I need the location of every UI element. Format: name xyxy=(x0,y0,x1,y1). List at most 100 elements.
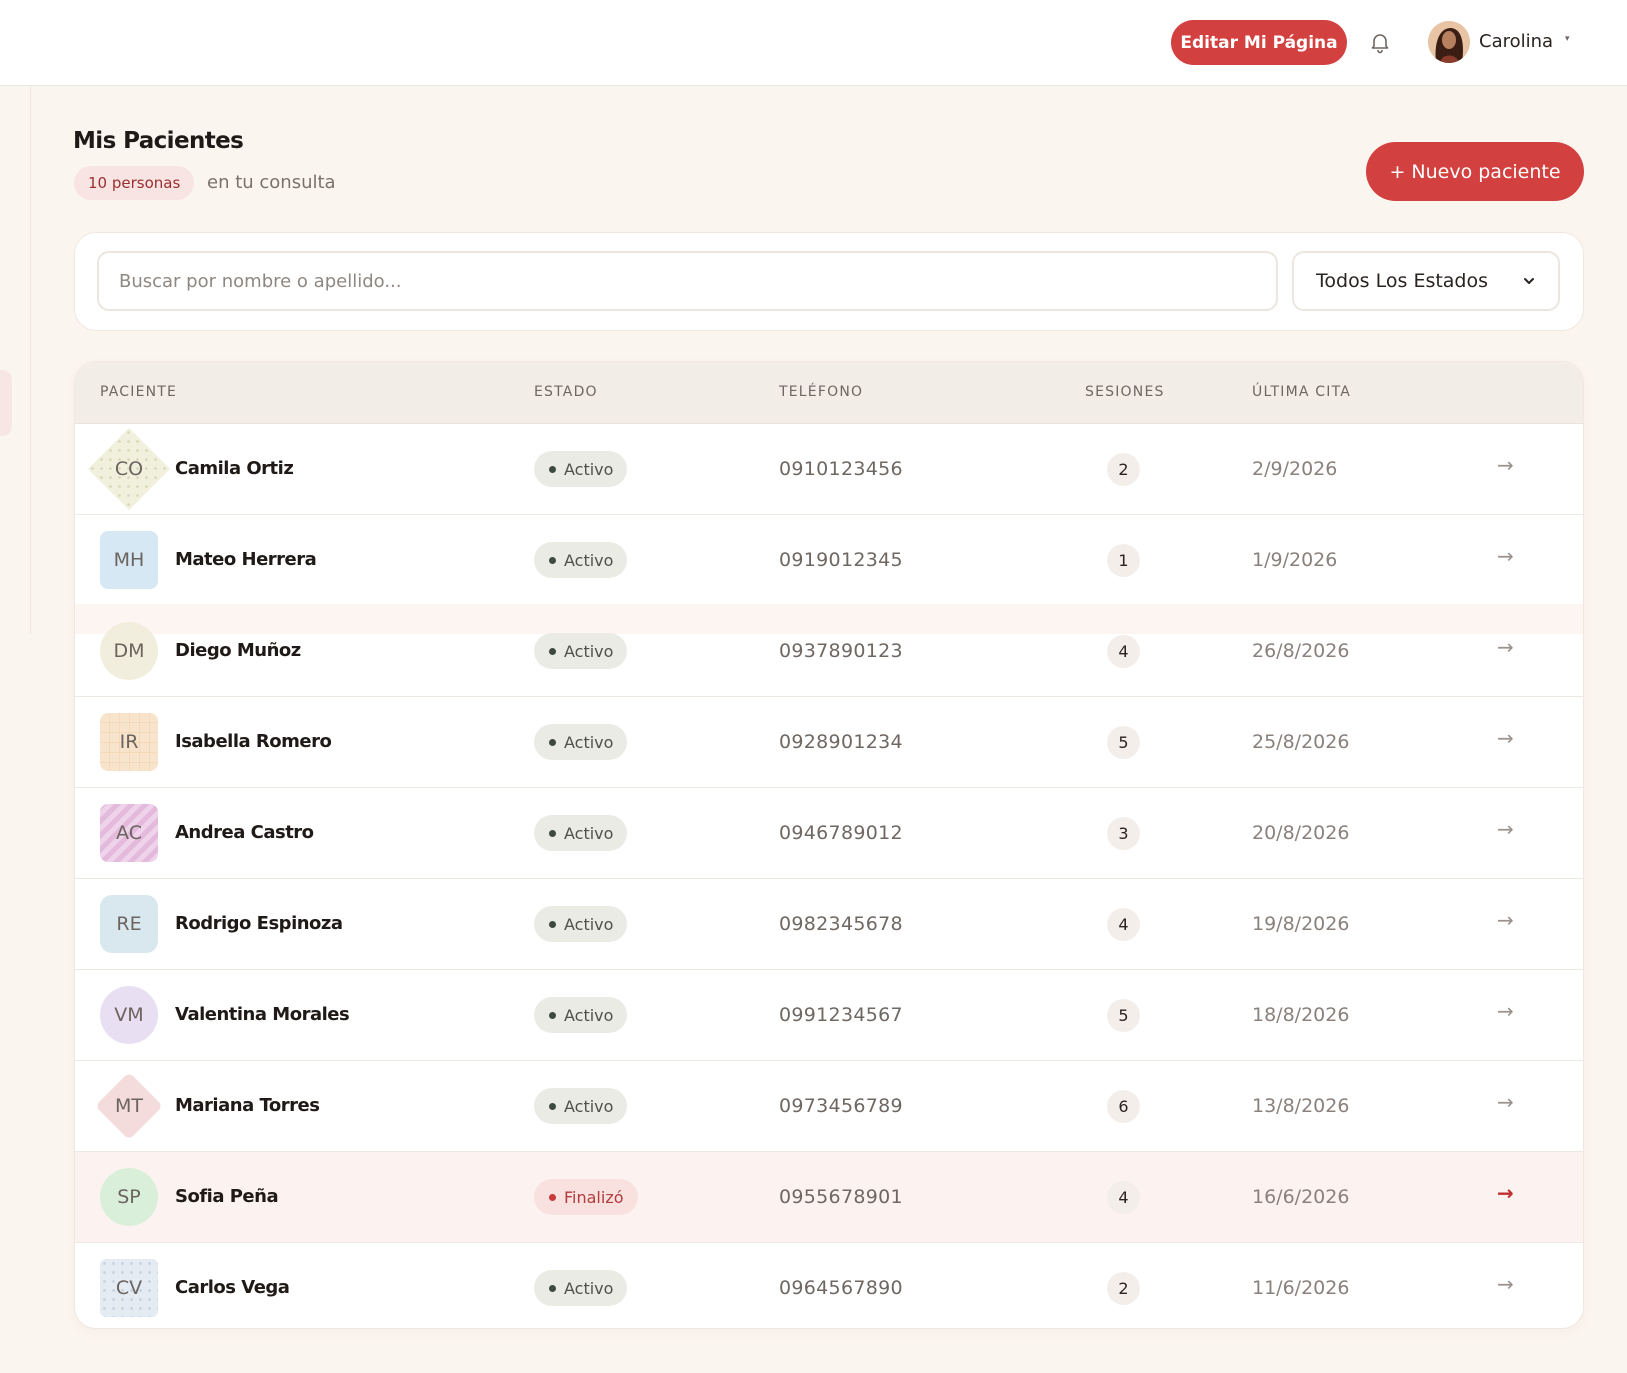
patient-name[interactable]: Mariana Torres xyxy=(175,1095,320,1116)
sidebar-collapsed-tab[interactable] xyxy=(0,370,12,436)
arrow-right-icon[interactable]: → xyxy=(1497,908,1514,932)
status-badge: Activo xyxy=(534,815,628,851)
status-badge: Activo xyxy=(534,1088,628,1124)
patient-phone: 0991234567 xyxy=(779,1004,903,1026)
patient-name[interactable]: Mateo Herrera xyxy=(175,549,317,570)
column-header-last-appointment: ÚLTIMA CITA xyxy=(1252,384,1352,400)
table-row[interactable]: CV Carlos Vega Activo 0964567890 2 11/6/… xyxy=(75,1243,1583,1328)
patient-phone: 0919012345 xyxy=(779,549,903,571)
chevron-down-icon xyxy=(1524,278,1534,284)
last-appointment-date: 18/8/2026 xyxy=(1252,1004,1350,1026)
patient-avatar: CV xyxy=(100,1259,158,1317)
column-header-patient: PACIENTE xyxy=(100,384,178,400)
patient-name[interactable]: Andrea Castro xyxy=(175,822,314,843)
patient-name[interactable]: Diego Muñoz xyxy=(175,640,301,661)
patient-count-badge: 10 personas xyxy=(74,166,195,200)
edit-my-page-button[interactable]: Editar Mi Página xyxy=(1171,20,1347,65)
patient-name[interactable]: Isabella Romero xyxy=(175,731,332,752)
patient-avatar: MH xyxy=(100,531,158,589)
top-header: Editar Mi Página Carolina ▾ xyxy=(0,0,1627,86)
arrow-right-icon[interactable]: → xyxy=(1497,453,1514,477)
patient-phone: 0937890123 xyxy=(779,640,903,662)
chevron-down-icon[interactable]: ▾ xyxy=(1565,34,1570,44)
last-appointment-date: 13/8/2026 xyxy=(1252,1095,1350,1117)
table-row[interactable]: RE Rodrigo Espinoza Activo 0982345678 4 … xyxy=(75,879,1583,970)
patient-avatar: SP xyxy=(100,1168,158,1226)
patient-name[interactable]: Rodrigo Espinoza xyxy=(175,913,343,934)
status-badge: Activo xyxy=(534,633,628,669)
patient-count-subtitle: en tu consulta xyxy=(207,172,336,193)
patients-table: PACIENTE ESTADO TELÉFONO SESIONES ÚLTIMA… xyxy=(74,361,1584,1329)
last-appointment-date: 26/8/2026 xyxy=(1252,640,1350,662)
bell-icon[interactable] xyxy=(1368,30,1392,54)
status-badge: Activo xyxy=(534,1270,628,1306)
patient-name[interactable]: Camila Ortiz xyxy=(175,458,294,479)
sessions-count: 4 xyxy=(1107,908,1140,941)
arrow-right-icon[interactable]: → xyxy=(1497,635,1514,659)
status-filter-select[interactable]: Todos Los Estados xyxy=(1292,251,1560,311)
patient-avatar: VM xyxy=(100,986,158,1044)
sessions-count: 2 xyxy=(1107,453,1140,486)
patient-avatar: MT xyxy=(97,1074,161,1138)
arrow-right-icon[interactable]: → xyxy=(1497,1181,1514,1205)
patient-phone: 0946789012 xyxy=(779,822,903,844)
patient-phone: 0955678901 xyxy=(779,1186,903,1208)
table-row[interactable]: IR Isabella Romero Activo 0928901234 5 2… xyxy=(75,697,1583,788)
patient-phone: 0928901234 xyxy=(779,731,903,753)
page-title: Mis Pacientes xyxy=(73,128,244,154)
arrow-right-icon[interactable]: → xyxy=(1497,1090,1514,1114)
table-row[interactable]: AC Andrea Castro Activo 0946789012 3 20/… xyxy=(75,788,1583,879)
status-badge: Activo xyxy=(534,997,628,1033)
column-header-sessions: SESIONES xyxy=(1085,384,1165,400)
arrow-right-icon[interactable]: → xyxy=(1497,817,1514,841)
filter-card: Todos Los Estados xyxy=(74,232,1584,331)
status-badge: Activo xyxy=(534,451,628,487)
patient-avatar: IR xyxy=(100,713,158,771)
table-row[interactable]: VM Valentina Morales Activo 0991234567 5… xyxy=(75,970,1583,1061)
user-name[interactable]: Carolina xyxy=(1479,31,1553,52)
sessions-count: 4 xyxy=(1107,1181,1140,1214)
search-input[interactable] xyxy=(97,251,1278,311)
arrow-right-icon[interactable]: → xyxy=(1497,726,1514,750)
table-header: PACIENTE ESTADO TELÉFONO SESIONES ÚLTIMA… xyxy=(75,362,1583,424)
sessions-count: 5 xyxy=(1107,999,1140,1032)
status-badge: Activo xyxy=(534,724,628,760)
arrow-right-icon[interactable]: → xyxy=(1497,1272,1514,1296)
patient-phone: 0910123456 xyxy=(779,458,903,480)
arrow-right-icon[interactable]: → xyxy=(1497,999,1514,1023)
patient-name[interactable]: Valentina Morales xyxy=(175,1004,350,1025)
patient-phone: 0973456789 xyxy=(779,1095,903,1117)
sessions-count: 5 xyxy=(1107,726,1140,759)
column-header-status: ESTADO xyxy=(534,384,598,400)
patient-phone: 0982345678 xyxy=(779,913,903,935)
table-row[interactable]: DM Diego Muñoz Activo 0937890123 4 26/8/… xyxy=(75,604,1583,697)
arrow-right-icon[interactable]: → xyxy=(1497,544,1514,568)
status-badge: Activo xyxy=(534,906,628,942)
patient-phone: 0964567890 xyxy=(779,1277,903,1299)
sessions-count: 1 xyxy=(1107,544,1140,577)
sidebar-divider xyxy=(30,86,31,634)
table-row[interactable]: CO Camila Ortiz Activo 0910123456 2 2/9/… xyxy=(75,424,1583,515)
sessions-count: 4 xyxy=(1107,635,1140,668)
column-header-phone: TELÉFONO xyxy=(779,384,864,400)
table-row[interactable]: MT Mariana Torres Activo 0973456789 6 13… xyxy=(75,1061,1583,1152)
sessions-count: 6 xyxy=(1107,1090,1140,1123)
patient-avatar: DM xyxy=(100,622,158,680)
table-row[interactable]: SP Sofia Peña Finalizó 0955678901 4 16/6… xyxy=(75,1152,1583,1243)
status-badge: Activo xyxy=(534,542,628,578)
user-avatar[interactable] xyxy=(1428,21,1470,63)
last-appointment-date: 2/9/2026 xyxy=(1252,458,1338,480)
status-filter-value: Todos Los Estados xyxy=(1316,270,1489,292)
new-patient-button[interactable]: + Nuevo paciente xyxy=(1366,142,1584,201)
patient-avatar: AC xyxy=(100,804,158,862)
patient-avatar: CO xyxy=(88,428,170,510)
last-appointment-date: 11/6/2026 xyxy=(1252,1277,1350,1299)
sessions-count: 3 xyxy=(1107,817,1140,850)
last-appointment-date: 1/9/2026 xyxy=(1252,549,1338,571)
patient-name[interactable]: Carlos Vega xyxy=(175,1277,290,1298)
table-row[interactable]: MH Mateo Herrera Activo 0919012345 1 1/9… xyxy=(75,515,1583,606)
patient-avatar: RE xyxy=(100,895,158,953)
status-badge: Finalizó xyxy=(534,1179,638,1215)
sessions-count: 2 xyxy=(1107,1272,1140,1305)
patient-name[interactable]: Sofia Peña xyxy=(175,1186,279,1207)
